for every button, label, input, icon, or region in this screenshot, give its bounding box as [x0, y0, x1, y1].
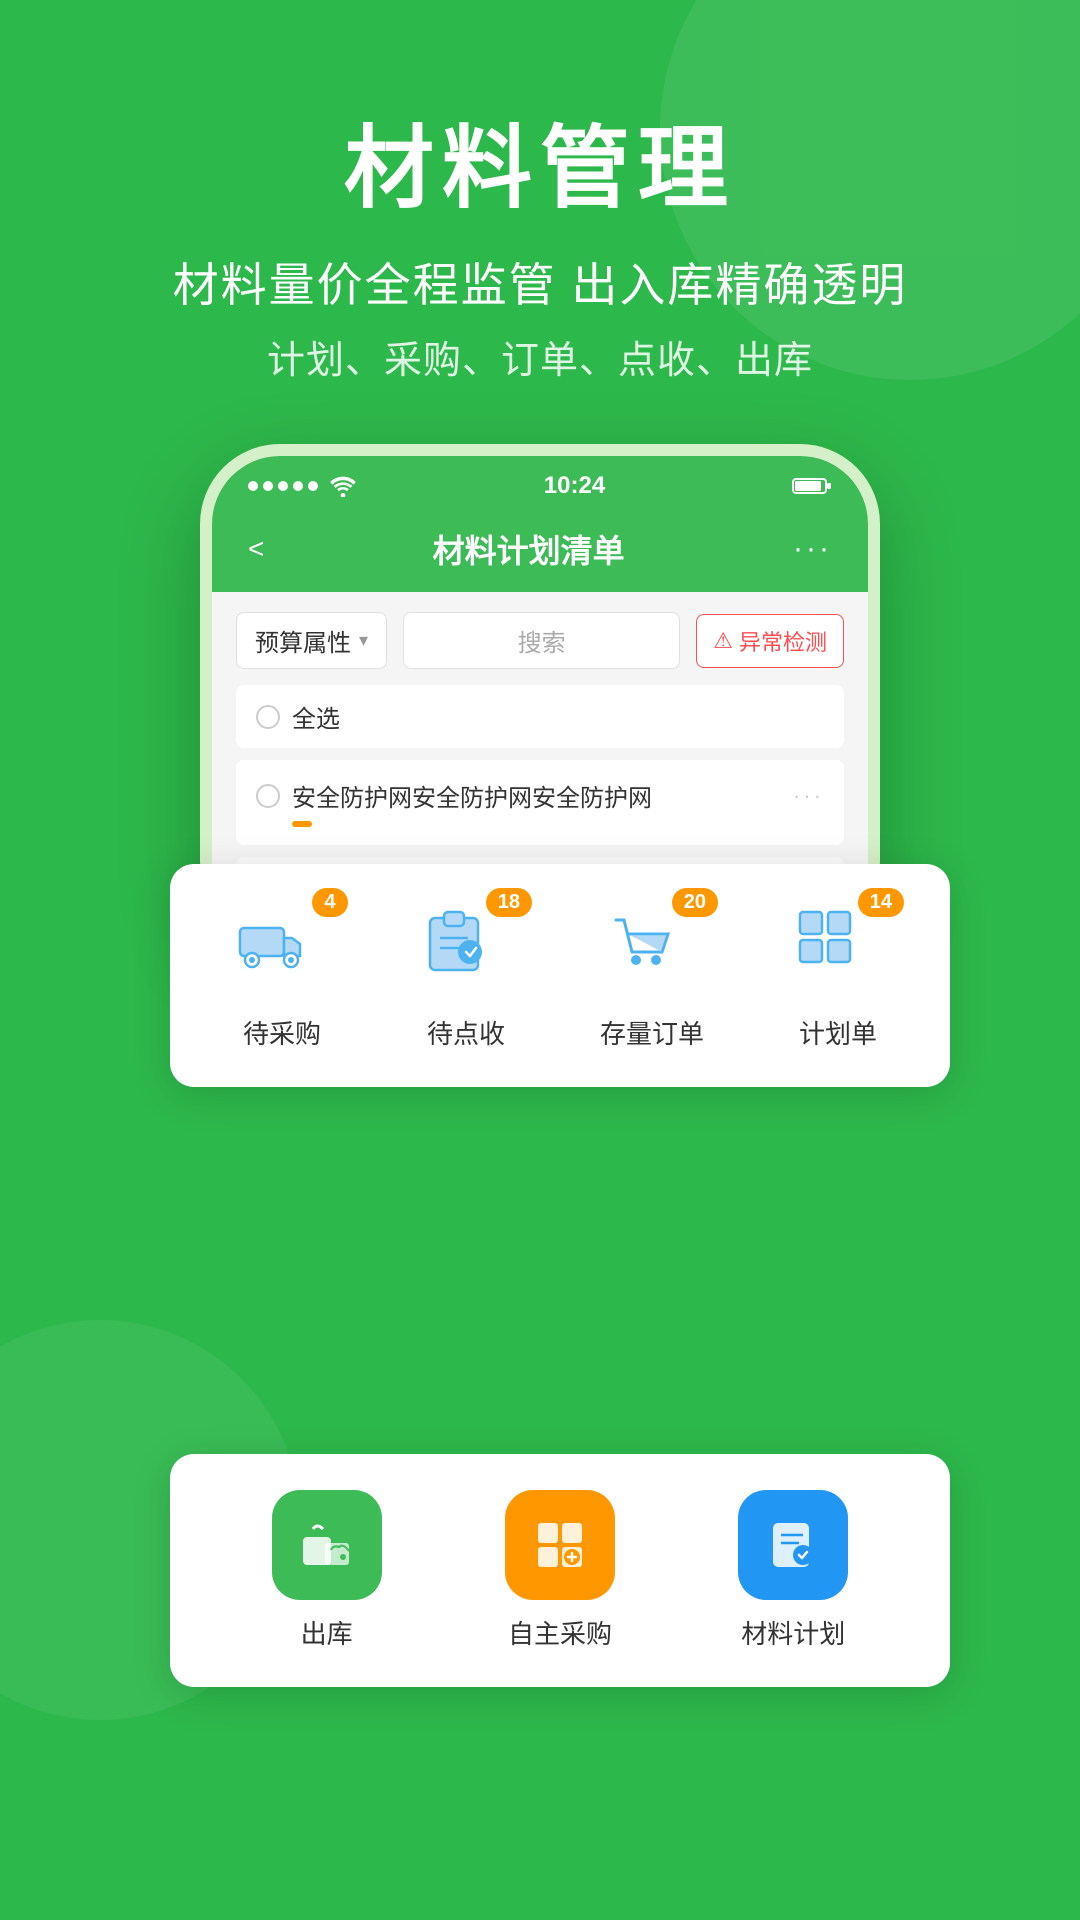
signal-dot	[308, 481, 318, 491]
pending-receive-icon-wrapper: 18	[416, 900, 516, 1000]
pending-receive-label: 待点收	[427, 1014, 505, 1051]
header-area: 材料管理 材料量价全程监管 出入库精确透明 计划、采购、订单、点收、出库	[0, 0, 1080, 384]
item-tag	[292, 821, 312, 827]
battery-icon	[792, 475, 832, 497]
stock-order-badge: 20	[672, 888, 718, 917]
signal-dot	[278, 481, 288, 491]
phone-mockup-area: 10:24 < 材料计划清单 ···	[0, 444, 1080, 941]
signal-dot	[263, 481, 273, 491]
outbound-icon	[272, 1490, 382, 1600]
clipboard-icon	[416, 900, 496, 980]
self-purchase-label: 自主采购	[508, 1614, 612, 1651]
status-icons	[792, 475, 832, 497]
filter-row: 预算属性 ▾ 搜索 ⚠ 异常检测	[236, 612, 844, 669]
plan-list-label: 计划单	[799, 1014, 877, 1051]
stock-order-label: 存量订单	[600, 1014, 704, 1051]
warning-icon: ⚠	[713, 628, 733, 654]
action-item-material-plan[interactable]: 材料计划	[738, 1490, 848, 1651]
back-button[interactable]: <	[248, 533, 264, 565]
action-item-self-purchase[interactable]: 自主采购	[505, 1490, 615, 1651]
item-radio[interactable]	[256, 784, 280, 808]
pending-receive-badge: 18	[486, 888, 532, 917]
cart-icon	[602, 900, 682, 980]
pending-purchase-icon-wrapper: 4	[232, 900, 332, 1000]
subtitle2: 计划、采购、订单、点收、出库	[0, 329, 1080, 384]
pending-purchase-badge: 4	[312, 888, 348, 917]
list-item[interactable]: 安全防护网安全防护网安全防护网 ···	[236, 760, 844, 845]
wifi-icon	[329, 475, 357, 497]
select-all-label: 全选	[292, 699, 340, 734]
phone-nav-bar: < 材料计划清单 ···	[212, 510, 868, 592]
anomaly-detect-button[interactable]: ⚠ 异常检测	[696, 614, 844, 668]
item-more-button[interactable]: ···	[793, 783, 824, 809]
budget-filter-button[interactable]: 预算属性 ▾	[236, 612, 387, 669]
action-item-plan-list[interactable]: 14 计划单	[788, 900, 888, 1051]
nav-title: 材料计划清单	[433, 526, 625, 572]
main-title: 材料管理	[0, 120, 1080, 219]
truck-icon	[232, 900, 312, 980]
action-item-pending-receive[interactable]: 18 待点收	[416, 900, 516, 1051]
select-all-row[interactable]: 全选	[236, 685, 844, 748]
grid-icon	[788, 900, 868, 980]
action-item-outbound[interactable]: 出库	[272, 1490, 382, 1651]
stock-order-icon-wrapper: 20	[602, 900, 702, 1000]
signal-indicator	[248, 475, 357, 497]
material-plan-icon	[738, 1490, 848, 1600]
search-input[interactable]: 搜索	[403, 612, 680, 669]
more-button[interactable]: ···	[793, 532, 832, 566]
plan-list-icon-wrapper: 14	[788, 900, 888, 1000]
select-all-radio[interactable]	[256, 705, 280, 729]
chevron-down-icon: ▾	[359, 630, 368, 651]
item-title-row: 安全防护网安全防护网安全防护网	[256, 778, 652, 813]
self-purchase-icon	[505, 1490, 615, 1600]
action-item-pending-purchase[interactable]: 4 待采购	[232, 900, 332, 1051]
signal-dot	[293, 481, 303, 491]
phone-status-bar: 10:24	[212, 456, 868, 510]
list-item-header: 安全防护网安全防护网安全防护网 ···	[256, 778, 824, 813]
plan-list-badge: 14	[858, 888, 904, 917]
subtitle1: 材料量价全程监管 出入库精确透明	[0, 249, 1080, 315]
floating-action-card-bottom: 出库 自主采购	[170, 1454, 950, 1687]
status-time: 10:24	[544, 472, 605, 500]
action-item-stock-order[interactable]: 20 存量订单	[600, 900, 704, 1051]
signal-dot	[248, 481, 258, 491]
pending-purchase-label: 待采购	[243, 1014, 321, 1051]
material-plan-label: 材料计划	[741, 1614, 845, 1651]
item-title: 安全防护网安全防护网安全防护网	[292, 778, 652, 813]
floating-action-card-top: 4 待采购 18 待点收	[170, 864, 950, 1087]
outbound-label: 出库	[301, 1614, 353, 1651]
